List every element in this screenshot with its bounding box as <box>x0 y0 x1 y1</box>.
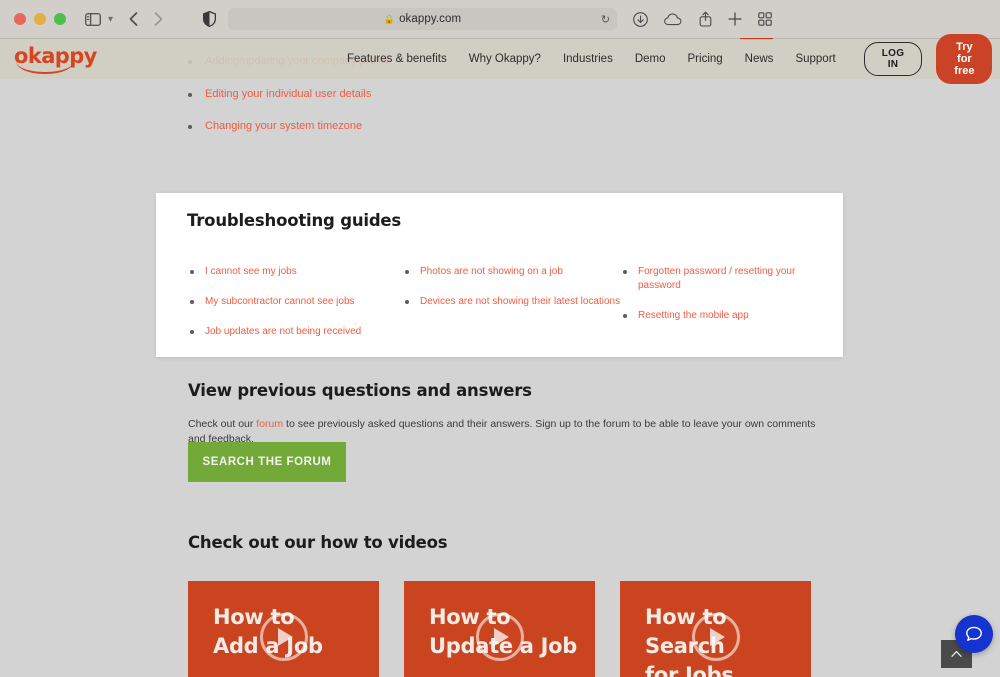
login-button[interactable]: LOG IN <box>864 42 923 76</box>
list-item[interactable]: Devices are not showing their latest loc… <box>405 295 623 309</box>
icloud-icon[interactable] <box>664 13 683 26</box>
video-cards-row: How to Add a Job How to Update a Job How… <box>188 581 811 677</box>
list-item[interactable]: Forgotten password / resetting your pass… <box>623 265 803 293</box>
browser-toolbar: ▾ 🔒 okappy.com ↻ <box>0 0 1000 39</box>
privacy-shield-icon[interactable] <box>203 11 216 27</box>
troubleshooting-guides-card: Troubleshooting guides I cannot see my j… <box>156 193 843 357</box>
nav-item-support[interactable]: Support <box>795 53 835 65</box>
nav-item-demo[interactable]: Demo <box>635 53 666 65</box>
list-item[interactable]: My subcontractor cannot see jobs <box>190 295 405 309</box>
page-content: Adding/updating your company profile Edi… <box>0 79 1000 668</box>
url-display: 🔒 okappy.com <box>384 13 461 25</box>
search-the-forum-button[interactable]: SEARCH THE FORUM <box>188 442 346 482</box>
list-item[interactable]: Editing your individual user details <box>188 87 808 101</box>
bullet-icon <box>190 270 194 274</box>
bullet-icon <box>190 330 194 334</box>
chevron-up-icon <box>951 650 962 658</box>
bullet-icon <box>405 300 409 304</box>
play-icon[interactable] <box>476 613 524 661</box>
back-arrow-icon[interactable] <box>129 12 138 26</box>
link-subcontractor-cannot-see-jobs[interactable]: My subcontractor cannot see jobs <box>205 295 355 309</box>
url-text: okappy.com <box>399 13 461 25</box>
play-triangle-icon <box>494 628 509 646</box>
minimize-window-button[interactable] <box>34 13 46 25</box>
maximize-window-button[interactable] <box>54 13 66 25</box>
lock-icon: 🔒 <box>384 14 395 25</box>
play-icon[interactable] <box>260 613 308 661</box>
close-window-button[interactable] <box>14 13 26 25</box>
list-item[interactable]: Job updates are not being received <box>190 325 405 339</box>
qa-text-after: to see previously asked questions and th… <box>188 418 815 445</box>
list-item[interactable]: I cannot see my jobs <box>190 265 405 279</box>
video-card-add-a-job[interactable]: How to Add a Job <box>188 581 379 677</box>
share-icon[interactable] <box>699 11 712 27</box>
link-devices-not-showing-locations[interactable]: Devices are not showing their latest loc… <box>420 295 620 309</box>
video-card-update-a-job[interactable]: How to Update a Job <box>404 581 595 677</box>
video-card-search-for-jobs[interactable]: How to Search for Jobs <box>620 581 811 677</box>
try-for-free-button[interactable]: Try for free <box>936 34 992 84</box>
link-resetting-mobile-app[interactable]: Resetting the mobile app <box>638 309 749 323</box>
card-title: Troubleshooting guides <box>187 211 401 230</box>
forward-arrow-icon[interactable] <box>154 12 163 26</box>
play-triangle-icon <box>278 628 293 646</box>
nav-item-industries[interactable]: Industries <box>563 53 613 65</box>
troubleshooting-columns: I cannot see my jobs My subcontractor ca… <box>190 265 819 355</box>
nav-item-news[interactable]: News <box>745 53 774 65</box>
bullet-icon <box>188 125 192 129</box>
forum-link[interactable]: forum <box>256 418 283 430</box>
videos-section-title: Check out our how to videos <box>188 533 447 552</box>
nav-item-pricing[interactable]: Pricing <box>688 53 723 65</box>
nav-item-features[interactable]: Features & benefits <box>347 53 447 65</box>
address-bar[interactable]: 🔒 okappy.com ↻ <box>228 8 617 30</box>
video-title-line2: for Jobs <box>645 661 811 677</box>
reload-icon[interactable]: ↻ <box>601 13 610 26</box>
link-photos-not-showing[interactable]: Photos are not showing on a job <box>420 265 563 279</box>
link-user-details[interactable]: Editing your individual user details <box>205 87 371 101</box>
list-item[interactable]: Changing your system timezone <box>188 119 808 133</box>
link-job-updates-not-received[interactable]: Job updates are not being received <box>205 325 361 339</box>
list-item[interactable]: Resetting the mobile app <box>623 309 803 323</box>
chat-bubble-icon <box>964 624 984 644</box>
nav-item-why-okappy[interactable]: Why Okappy? <box>469 53 541 65</box>
site-header: okappy Features & benefits Why Okappy? I… <box>0 39 1000 79</box>
tab-overview-icon[interactable] <box>758 12 772 26</box>
link-system-timezone[interactable]: Changing your system timezone <box>205 119 362 133</box>
chat-widget-button[interactable] <box>955 615 993 653</box>
okappy-logo[interactable]: okappy <box>14 46 78 72</box>
troubleshooting-column-3: Forgotten password / resetting your pass… <box>623 265 803 355</box>
toolbar-actions <box>633 11 772 27</box>
qa-section-title: View previous questions and answers <box>188 381 532 400</box>
download-icon[interactable] <box>633 12 648 27</box>
qa-text-before: Check out our <box>188 418 256 430</box>
main-navigation: Features & benefits Why Okappy? Industri… <box>347 53 836 65</box>
sidebar-toggle-icon[interactable] <box>85 13 101 26</box>
play-triangle-icon <box>710 628 725 646</box>
bullet-icon <box>405 270 409 274</box>
bullet-icon <box>623 270 627 274</box>
play-icon[interactable] <box>692 613 740 661</box>
plus-icon[interactable] <box>728 12 742 26</box>
bullet-icon <box>623 314 627 318</box>
troubleshooting-column-1: I cannot see my jobs My subcontractor ca… <box>190 265 405 355</box>
list-item[interactable]: Photos are not showing on a job <box>405 265 623 279</box>
link-forgotten-password[interactable]: Forgotten password / resetting your pass… <box>638 265 803 293</box>
link-cannot-see-jobs[interactable]: I cannot see my jobs <box>205 265 297 279</box>
window-controls[interactable] <box>14 13 66 25</box>
chevron-down-icon[interactable]: ▾ <box>108 14 113 25</box>
bullet-icon <box>190 300 194 304</box>
logo-swoosh-icon <box>16 61 74 74</box>
bullet-icon <box>188 93 192 97</box>
troubleshooting-column-2: Photos are not showing on a job Devices … <box>405 265 623 355</box>
